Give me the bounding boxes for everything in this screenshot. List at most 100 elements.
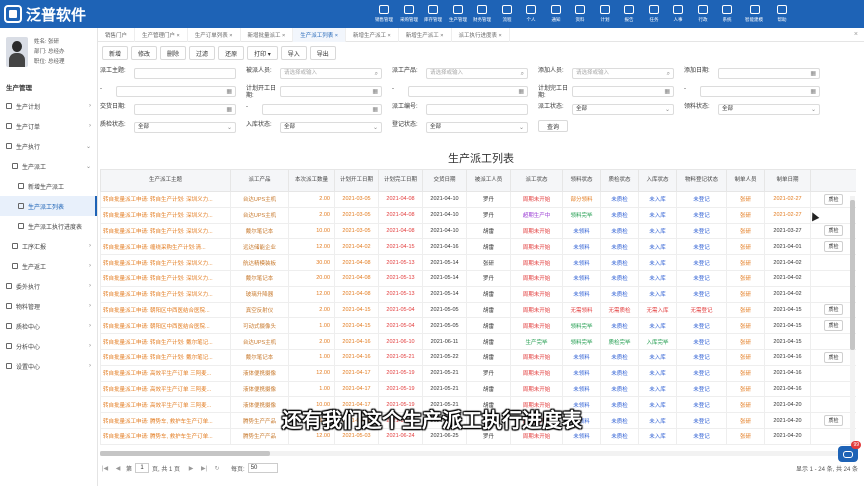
filter-select[interactable]: 全部 ⌄ <box>426 122 528 133</box>
sidebar-item[interactable]: 生产派工执行进度表 <box>0 216 97 236</box>
column-header[interactable]: 物料登记状态 <box>676 169 727 192</box>
table-cell[interactable]: 转自批量派工申请: 转自生产计划: 深圳义力... <box>100 191 231 208</box>
page-size-select[interactable]: 50 <box>247 463 278 473</box>
inspect-button[interactable]: 质检 <box>824 304 843 316</box>
filter-input[interactable]: ▦ <box>280 86 382 97</box>
filter-input[interactable]: 请选择或输入 ⌕ <box>426 68 528 79</box>
last-page-button[interactable]: ▶| <box>199 465 209 472</box>
table-row[interactable]: 转自批量派工申请: 转自生产计划: 戴尔笔记... 戴尔笔记本 1.00 2021-0… <box>100 348 856 366</box>
column-header[interactable]: 制单人员 <box>726 169 765 192</box>
table-row[interactable]: 转自批量派工申请: 转自生产计划: 戴尔笔记... 台达UPS主机 2.00 2021… <box>100 333 856 350</box>
table-cell[interactable]: 转自批量派工申请: 转自生产计划: 深圳义力... <box>100 222 231 240</box>
table-cell[interactable]: 转自批量派工申请: 朝阳区中西医结合医院... <box>100 317 231 335</box>
topnav-item[interactable]: 通知 <box>544 0 569 28</box>
table-row[interactable]: 转自批量派工申请: 缠绕采购生产计划:清... 远达储能企业 12.00 2021-0… <box>100 238 856 256</box>
column-header[interactable]: 计划开工日期 <box>334 169 379 192</box>
topnav-item[interactable]: 帮助 <box>770 0 795 28</box>
column-header[interactable]: 交货日期 <box>422 169 467 192</box>
sidebar-item[interactable]: 生产计划 › <box>0 96 97 116</box>
sidebar-item[interactable]: 分析中心 › <box>0 336 97 356</box>
table-row[interactable]: 转自批量派工申请: 转自生产计划: 深圳义力... 航达精模装板 30.00 2021… <box>100 254 856 271</box>
table-row[interactable]: 转自批量派工申请: 朝阳区中西医结合医院... 真空反射仪 2.00 2021-04-… <box>100 301 856 319</box>
sidebar-item[interactable]: 生产执行 ⌄ <box>0 136 97 156</box>
table-cell[interactable]: 转自批量派工申请: 转自生产计划: 戴尔笔记... <box>100 348 231 366</box>
first-page-button[interactable]: |◀ <box>100 465 110 472</box>
horizontal-scroll-thumb[interactable] <box>100 451 270 456</box>
next-page-button[interactable]: ▶ <box>186 465 196 472</box>
topnav-item[interactable]: 采购管理 <box>397 0 422 28</box>
topnav-item[interactable]: 行政 <box>691 0 716 28</box>
topnav-item[interactable]: 任务 <box>642 0 667 28</box>
column-header[interactable]: 派工状态 <box>510 169 563 192</box>
inspect-button[interactable]: 质检 <box>824 225 843 237</box>
table-cell[interactable]: 转自批量派工申请: 转自生产计划: 深圳义力... <box>100 206 231 224</box>
table-row[interactable]: 转自批量派工申请: 转自生产计划: 深圳义力... 戴尔笔记本 20.00 2021-… <box>100 269 856 287</box>
sidebar-item[interactable]: 设置中心 › <box>0 356 97 376</box>
table-row[interactable]: 转自批量派工申请: 朝阳区中西医结合医院... 可动式摄像头 1.00 2021-04… <box>100 317 856 335</box>
topnav-item[interactable]: 销售管理 <box>372 0 397 28</box>
table-cell[interactable]: 转自批量派工申请: 高效平生产订单 三阿麦... <box>100 364 231 382</box>
horizontal-scrollbar[interactable] <box>100 451 850 456</box>
refresh-icon[interactable]: ↻ <box>212 465 222 472</box>
filter-select[interactable]: 全部 ⌄ <box>134 122 236 133</box>
sidebar-item[interactable]: 物料管理 › <box>0 296 97 316</box>
filter-input[interactable] <box>426 104 528 115</box>
sidebar-item[interactable]: 生产返工 › <box>0 256 97 276</box>
tabs-close-icon[interactable]: × <box>854 31 858 38</box>
table-row[interactable]: 转自批量派工申请: 高效平生产订单 三阿麦... 液体便携摄像 12.00 2021-… <box>100 364 856 382</box>
topnav-item[interactable]: 生产管理 <box>446 0 471 28</box>
inspect-button[interactable]: 质检 <box>824 193 843 205</box>
topnav-item[interactable]: 库存管理 <box>421 0 446 28</box>
topnav-item[interactable]: 人事 <box>666 0 691 28</box>
table-cell[interactable]: 转自批量派工申请: 转自生产计划: 深圳义力... <box>100 269 231 287</box>
filter-input[interactable]: ▦ <box>718 68 820 79</box>
topnav-item[interactable]: 计划 <box>593 0 618 28</box>
column-header[interactable]: 制单日期 <box>764 169 811 192</box>
topnav-item[interactable]: 智能建模 <box>740 0 770 28</box>
table-cell[interactable]: 转自批量派工申请: 高效平生产订单 三阿麦... <box>100 380 231 398</box>
toolbar-button[interactable]: 过滤 <box>189 46 216 60</box>
topnav-item[interactable]: 财务管理 <box>470 0 495 28</box>
filter-input[interactable]: 请选择或输入 ⌕ <box>572 68 674 79</box>
column-header[interactable]: 派工产品 <box>230 169 289 192</box>
page-number-input[interactable]: 1 <box>135 463 150 473</box>
table-row[interactable]: 转自批量派工申请: 转自生产计划: 深圳义力... 台达UPS主机 2.00 2021… <box>100 191 856 208</box>
sidebar-item[interactable]: 生产派工 ⌄ <box>0 156 97 176</box>
table-cell[interactable]: 转自批量派工申请: 转自生产计划: 深圳义力... <box>100 254 231 271</box>
table-row[interactable]: 转自批量派工申请: 转自生产计划: 深圳义力... 戴尔笔记本 10.00 2021-… <box>100 222 856 240</box>
toolbar-button[interactable]: 打印 ▾ <box>247 46 278 60</box>
filter-input[interactable]: ▦ <box>262 104 382 115</box>
toolbar-button[interactable]: 新增 <box>102 46 129 60</box>
filter-input[interactable]: ▦ <box>700 86 820 97</box>
table-cell[interactable]: 转自批量派工申请: 转自生产计划: 深圳义力... <box>100 285 231 303</box>
filter-input[interactable] <box>134 68 236 79</box>
table-cell[interactable]: 转自批量派工申请: 转自生产计划: 戴尔笔记... <box>100 333 231 350</box>
filter-input[interactable]: ▦ <box>408 86 528 97</box>
topnav-item[interactable]: 个人 <box>519 0 544 28</box>
tab[interactable]: 新增生产派工 × <box>399 27 452 42</box>
tab[interactable]: 新增批量派工 × <box>241 27 294 42</box>
column-header[interactable]: 生产派工主题 <box>100 169 231 192</box>
table-row[interactable]: 转自批量派工申请: 转自生产计划: 深圳义力... 玻璃升降器 12.00 2021-… <box>100 285 856 303</box>
toolbar-button[interactable]: 导入 <box>280 46 307 60</box>
topnav-item[interactable]: 资料 <box>568 0 593 28</box>
topnav-item[interactable]: 系统 <box>715 0 740 28</box>
table-row[interactable]: 转自批量派工申请: 转自生产计划: 深圳义力... 台达UPS主机 2.00 2021… <box>100 206 856 224</box>
inspect-button[interactable]: 质检 <box>824 241 843 253</box>
column-header[interactable]: 被派工人员 <box>466 169 511 192</box>
topnav-item[interactable]: 报告 <box>617 0 642 28</box>
prev-page-button[interactable]: ◀ <box>113 465 123 472</box>
sidebar-item[interactable]: 生产订单 › <box>0 116 97 136</box>
column-header[interactable] <box>810 169 856 192</box>
tab[interactable]: 派工执行进度表 × <box>452 27 510 42</box>
filter-input[interactable]: 全部 ⌄ <box>572 104 674 115</box>
column-header[interactable]: 入库状态 <box>638 169 677 192</box>
filter-input[interactable]: 全部 ⌄ <box>718 104 820 115</box>
filter-input[interactable]: 请选择或输入 ⌕ <box>280 68 382 79</box>
filter-input[interactable]: ▦ <box>134 104 236 115</box>
filter-input[interactable]: ▦ <box>572 86 674 97</box>
column-header[interactable]: 本次派工数量 <box>288 169 335 192</box>
tab[interactable]: 新增生产派工 × <box>346 27 399 42</box>
toolbar-button[interactable]: 还原 <box>218 46 245 60</box>
toolbar-button[interactable]: 导出 <box>309 46 336 60</box>
